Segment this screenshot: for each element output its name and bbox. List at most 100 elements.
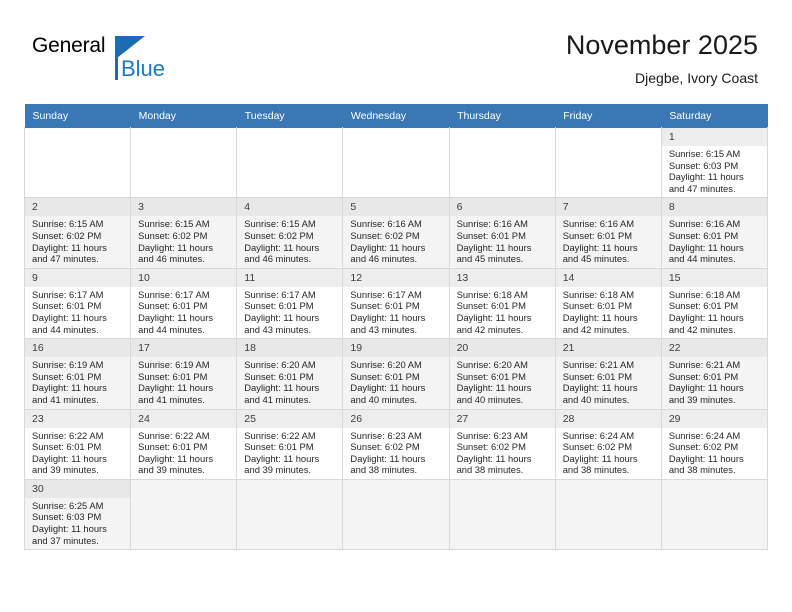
sunset-text: Sunset: 6:01 PM: [456, 370, 526, 382]
day-number: [237, 128, 342, 146]
calendar-day-cell[interactable]: 28 Sunrise: 6:24 AM Sunset: 6:02 PM Dayligh…: [554, 408, 662, 480]
daylight-text-line1: Daylight: 11 hours: [244, 241, 320, 253]
sunrise-text: Sunrise: 6:20 AM: [456, 359, 528, 371]
day-sun-info: Sunrise: 6:17 AM Sunset: 6:01 PM Daylight:…: [25, 287, 130, 338]
calendar-day-cell[interactable]: 22 Sunrise: 6:21 AM Sunset: 6:01 PM Dayligh…: [660, 338, 769, 410]
calendar-day-cell[interactable]: 14 Sunrise: 6:18 AM Sunset: 6:01 PM Dayligh…: [554, 267, 662, 340]
sunrise-text: Sunrise: 6:17 AM: [244, 288, 316, 300]
day-number: 28: [555, 409, 661, 428]
calendar-day-cell[interactable]: 9 Sunrise: 6:17 AM Sunset: 6:01 PM Daylight…: [23, 267, 132, 340]
weekday-header-friday: Friday: [555, 104, 662, 128]
calendar-day-cell[interactable]: 7 Sunrise: 6:16 AM Sunset: 6:01 PM Daylight…: [554, 197, 662, 269]
calendar-day-cell[interactable]: 23 Sunrise: 6:22 AM Sunset: 6:01 PM Dayligh…: [23, 408, 132, 480]
calendar-day-cell[interactable]: 5 Sunrise: 6:16 AM Sunset: 6:02 PM Daylight…: [342, 197, 450, 269]
daylight-text-line2: and 41 minutes.: [32, 393, 99, 405]
daylight-text-line1: Daylight: 11 hours: [350, 452, 426, 464]
day-number: [556, 480, 661, 498]
calendar-day-cell[interactable]: 19 Sunrise: 6:20 AM Sunset: 6:01 PM Dayligh…: [342, 338, 450, 410]
daylight-text-line1: Daylight: 11 hours: [456, 241, 532, 253]
calendar-day-cell[interactable]: 12 Sunrise: 6:17 AM Sunset: 6:01 PM Dayligh…: [342, 267, 450, 340]
daylight-text-line2: and 42 minutes.: [456, 323, 524, 335]
sunset-text: Sunset: 6:01 PM: [456, 300, 526, 312]
calendar-day-cell[interactable]: 4 Sunrise: 6:15 AM Sunset: 6:02 PM Daylight…: [236, 197, 344, 269]
daylight-text-line2: and 38 minutes.: [668, 464, 736, 476]
daylight-text-line1: Daylight: 11 hours: [350, 241, 426, 253]
calendar-day-cell[interactable]: 13 Sunrise: 6:18 AM Sunset: 6:01 PM Dayligh…: [448, 267, 556, 340]
calendar-day-cell[interactable]: 8 Sunrise: 6:16 AM Sunset: 6:01 PM Daylight…: [660, 197, 769, 269]
day-number: 3: [131, 198, 237, 217]
title-block: November 2025 Djegbe, Ivory Coast: [566, 28, 758, 87]
daylight-text-line2: and 44 minutes.: [668, 253, 736, 265]
calendar-day-cell[interactable]: 2 Sunrise: 6:15 AM Sunset: 6:02 PM Daylight…: [23, 197, 132, 269]
weekday-header-wednesday: Wednesday: [342, 104, 450, 128]
general-blue-logo[interactable]: General Blue: [32, 34, 212, 90]
sunset-text: Sunset: 6:01 PM: [244, 441, 314, 453]
calendar-day-cell[interactable]: 21 Sunrise: 6:21 AM Sunset: 6:01 PM Dayligh…: [554, 338, 662, 410]
calendar-day-cell[interactable]: 30 Sunrise: 6:25 AM Sunset: 6:03 PM Dayligh…: [23, 478, 132, 551]
calendar-day-cell[interactable]: 6 Sunrise: 6:16 AM Sunset: 6:01 PM Daylight…: [448, 197, 556, 269]
sunset-text: Sunset: 6:02 PM: [350, 229, 420, 241]
calendar-day-cell-empty: [448, 126, 556, 199]
sunset-text: Sunset: 6:01 PM: [32, 441, 102, 453]
daylight-text-line2: and 39 minutes.: [32, 464, 99, 476]
daylight-text-line2: and 40 minutes.: [562, 393, 630, 405]
daylight-text-line1: Daylight: 11 hours: [32, 452, 107, 464]
daylight-text-line2: and 37 minutes.: [32, 534, 99, 546]
daylight-text-line2: and 44 minutes.: [138, 323, 205, 335]
calendar-day-cell[interactable]: 25 Sunrise: 6:22 AM Sunset: 6:01 PM Dayligh…: [236, 408, 344, 480]
calendar-day-cell[interactable]: 10 Sunrise: 6:17 AM Sunset: 6:01 PM Dayligh…: [130, 267, 238, 340]
calendar-day-cell[interactable]: 18 Sunrise: 6:20 AM Sunset: 6:01 PM Dayligh…: [236, 338, 344, 410]
calendar-day-cell[interactable]: 20 Sunrise: 6:20 AM Sunset: 6:01 PM Dayligh…: [448, 338, 556, 410]
sunrise-text: Sunrise: 6:15 AM: [138, 218, 210, 230]
daylight-text-line2: and 40 minutes.: [350, 393, 418, 405]
calendar-day-cell[interactable]: 24 Sunrise: 6:22 AM Sunset: 6:01 PM Dayligh…: [130, 408, 238, 480]
calendar-page: General Blue November 2025 Djegbe, Ivory…: [0, 0, 792, 612]
day-sun-info: Sunrise: 6:19 AM Sunset: 6:01 PM Daylight:…: [25, 357, 130, 408]
day-number: 25: [237, 409, 343, 428]
day-sun-info: Sunrise: 6:15 AM Sunset: 6:03 PM Daylight:…: [662, 146, 767, 197]
day-number: [131, 128, 236, 146]
sunset-text: Sunset: 6:03 PM: [668, 159, 739, 171]
calendar-day-cell[interactable]: 27 Sunrise: 6:23 AM Sunset: 6:02 PM Dayligh…: [448, 408, 556, 480]
sunset-text: Sunset: 6:01 PM: [138, 370, 208, 382]
daylight-text-line2: and 38 minutes.: [562, 464, 630, 476]
calendar-day-cell[interactable]: 26 Sunrise: 6:23 AM Sunset: 6:02 PM Dayligh…: [342, 408, 450, 480]
calendar-day-cell[interactable]: 3 Sunrise: 6:15 AM Sunset: 6:02 PM Daylight…: [130, 197, 238, 269]
calendar-day-cell[interactable]: 29 Sunrise: 6:24 AM Sunset: 6:02 PM Dayligh…: [660, 408, 769, 480]
sunset-text: Sunset: 6:01 PM: [668, 300, 739, 312]
sunrise-text: Sunrise: 6:16 AM: [350, 218, 422, 230]
sunset-text: Sunset: 6:01 PM: [350, 300, 420, 312]
calendar-day-cell[interactable]: 17 Sunrise: 6:19 AM Sunset: 6:01 PM Dayligh…: [130, 338, 238, 410]
calendar-day-cell[interactable]: 15 Sunrise: 6:18 AM Sunset: 6:01 PM Dayligh…: [660, 267, 769, 340]
day-number: 27: [449, 409, 555, 428]
calendar-day-cell[interactable]: 1 Sunrise: 6:15 AM Sunset: 6:03 PM Daylight…: [660, 126, 769, 199]
day-sun-info: Sunrise: 6:17 AM Sunset: 6:01 PM Daylight:…: [131, 287, 236, 338]
daylight-text-line2: and 46 minutes.: [350, 253, 418, 265]
day-sun-info: Sunrise: 6:16 AM Sunset: 6:01 PM Daylight:…: [662, 216, 767, 267]
day-sun-info: Sunrise: 6:16 AM Sunset: 6:01 PM Daylight:…: [450, 216, 555, 267]
sunset-text: Sunset: 6:01 PM: [562, 229, 633, 241]
calendar-day-cell[interactable]: 11 Sunrise: 6:17 AM Sunset: 6:01 PM Dayligh…: [236, 267, 344, 340]
day-sun-info: Sunrise: 6:22 AM Sunset: 6:01 PM Daylight:…: [237, 428, 342, 479]
day-number: 26: [343, 409, 449, 428]
sunset-text: Sunset: 6:02 PM: [562, 441, 633, 453]
sunset-text: Sunset: 6:01 PM: [350, 370, 420, 382]
day-number: 8: [661, 198, 767, 217]
daylight-text-line2: and 39 minutes.: [138, 464, 205, 476]
sunrise-text: Sunrise: 6:23 AM: [456, 429, 528, 441]
weekday-header-saturday: Saturday: [661, 104, 768, 128]
sunset-text: Sunset: 6:01 PM: [138, 300, 208, 312]
sunset-text: Sunset: 6:02 PM: [138, 229, 208, 241]
sunrise-text: Sunrise: 6:16 AM: [456, 218, 528, 230]
day-number: 1: [661, 128, 767, 146]
daylight-text-line2: and 47 minutes.: [668, 182, 736, 194]
day-number: [25, 128, 130, 146]
day-number: 7: [555, 198, 661, 217]
calendar-day-cell[interactable]: 16 Sunrise: 6:19 AM Sunset: 6:01 PM Dayligh…: [23, 338, 132, 410]
daylight-text-line2: and 45 minutes.: [456, 253, 524, 265]
daylight-text-line1: Daylight: 11 hours: [244, 311, 320, 323]
sunrise-text: Sunrise: 6:20 AM: [350, 359, 422, 371]
day-number: 21: [555, 339, 661, 358]
day-number: [343, 128, 448, 146]
day-sun-info: Sunrise: 6:22 AM Sunset: 6:01 PM Daylight:…: [131, 428, 236, 479]
